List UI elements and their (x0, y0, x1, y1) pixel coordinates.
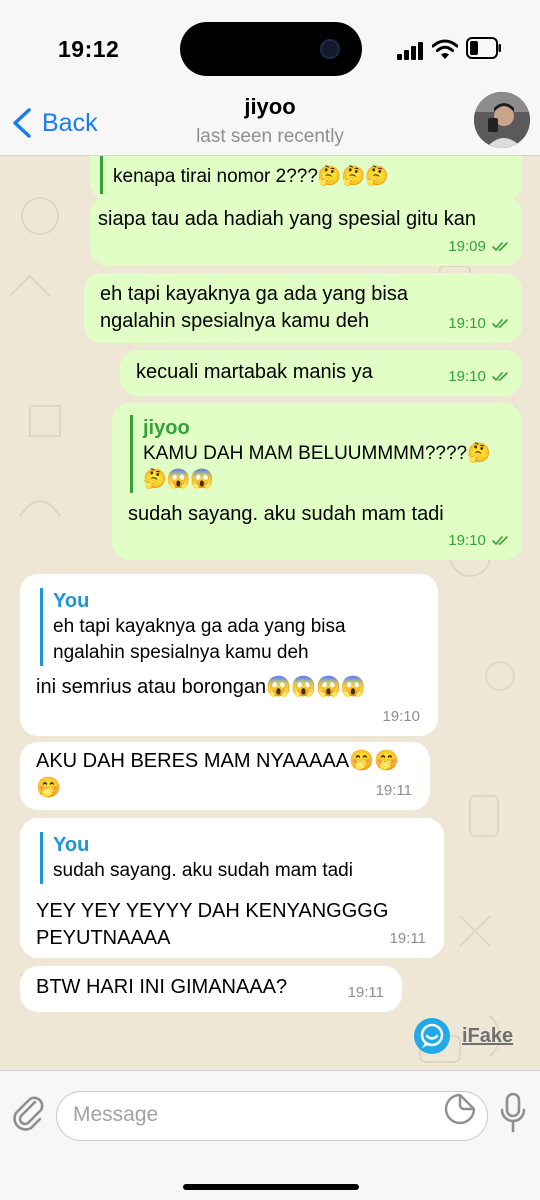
message-time: 19:10 (448, 532, 486, 549)
dynamic-island (180, 22, 362, 76)
chat-area[interactable]: kenapa tirai nomor 2???🤔🤔🤔 siapa tau ada… (0, 156, 540, 1070)
ifake-label: iFake (462, 1024, 514, 1047)
read-check-icon (492, 242, 508, 252)
message-input[interactable] (73, 1092, 433, 1138)
input-bar (0, 1070, 540, 1200)
message-field[interactable] (56, 1091, 488, 1141)
message-text: ini semrius atau borongan😱😱😱😱 (36, 676, 366, 698)
message-bubble-outgoing[interactable]: kecuali martabak manis ya 19:10 (120, 350, 522, 396)
quote-author: You (53, 834, 90, 856)
message-bubble-incoming[interactable]: You sudah sayang. aku sudah mam tadi YEY… (20, 818, 444, 958)
read-check-icon (492, 372, 508, 382)
message-meta: 19:10 (448, 527, 510, 554)
message-bubble-outgoing[interactable]: eh tapi kayaknya ga ada yang bisa ngalah… (84, 273, 522, 343)
message-bubble-incoming[interactable]: You eh tapi kayaknya ga ada yang bisa ng… (20, 574, 438, 736)
message-meta: 19:10 (448, 310, 510, 337)
quote-text: eh tapi kayaknya ga ada yang bisa ngalah… (53, 616, 346, 663)
home-indicator[interactable] (183, 1184, 359, 1190)
signal-icon (397, 42, 425, 60)
message-text: eh tapi kayaknya ga ada yang bisa ngalah… (100, 283, 408, 332)
wifi-icon (432, 39, 458, 59)
quote-text: KAMU DAH MAM BELUUMMMM????🤔🤔😱😱 (143, 443, 491, 490)
message-text: kecuali martabak manis ya (136, 361, 373, 383)
message-bubble-outgoing[interactable]: jiyoo KAMU DAH MAM BELUUMMMM????🤔🤔😱😱 sud… (112, 403, 522, 560)
status-time: 19:12 (58, 36, 120, 62)
message-time: 19:09 (448, 238, 486, 255)
quote-text: kenapa tirai nomor 2???🤔🤔🤔 (113, 166, 389, 187)
chat-header: Back jiyoo last seen recently (0, 92, 540, 156)
message-time: 19:11 (347, 984, 384, 1001)
contact-status: last seen recently (196, 126, 344, 147)
message-time: 19:10 (448, 368, 486, 385)
avatar[interactable] (474, 92, 530, 148)
reply-quote[interactable]: kenapa tirai nomor 2???🤔🤔🤔 (100, 156, 389, 194)
message-time: 19:11 (375, 782, 412, 799)
message-text: YEY YEY YEYYY DAH KENYANGGGG PEYUTNAAAA (36, 900, 389, 949)
read-check-icon (492, 319, 508, 329)
message-text: BTW HARI INI GIMANAAA? (36, 976, 288, 998)
message-bubble-outgoing[interactable]: kenapa tirai nomor 2???🤔🤔🤔 (90, 156, 522, 200)
mic-icon[interactable] (500, 1092, 526, 1134)
contact-name[interactable]: jiyoo (0, 94, 540, 120)
read-check-icon (492, 536, 508, 546)
attach-icon[interactable] (10, 1093, 46, 1133)
message-text: AKU DAH BERES MAM NYAAAAA🤭🤭🤭 (36, 750, 399, 799)
message-time: 19:10 (448, 315, 486, 332)
message-time: 19:11 (389, 930, 426, 947)
message-text: siapa tau ada hadiah yang spesial gitu k… (98, 208, 477, 230)
quote-text: sudah sayang. aku sudah mam tadi (53, 860, 353, 881)
quote-author: You (53, 590, 90, 612)
status-bar: 19:12 (0, 0, 540, 92)
reply-quote[interactable]: You eh tapi kayaknya ga ada yang bisa ng… (40, 588, 420, 666)
message-meta: 19:10 (448, 363, 510, 390)
message-meta: 19:09 (448, 233, 510, 260)
reply-quote[interactable]: You sudah sayang. aku sudah mam tadi (40, 832, 400, 884)
sticker-icon[interactable] (444, 1093, 476, 1125)
battery-icon (466, 37, 501, 59)
message-bubble-incoming[interactable]: BTW HARI INI GIMANAAA? 19:11 (20, 966, 402, 1012)
quote-author: jiyoo (143, 417, 190, 439)
reply-quote[interactable]: jiyoo KAMU DAH MAM BELUUMMMM????🤔🤔😱😱 (130, 415, 500, 493)
message-bubble-outgoing[interactable]: siapa tau ada hadiah yang spesial gitu k… (90, 196, 522, 266)
message-bubble-incoming[interactable]: AKU DAH BERES MAM NYAAAAA🤭🤭🤭 19:11 (20, 742, 430, 810)
ifake-logo-icon (414, 1018, 450, 1054)
message-time: 19:10 (382, 708, 420, 725)
message-text: sudah sayang. aku sudah mam tadi (128, 503, 444, 525)
ifake-watermark: iFake (414, 1018, 513, 1054)
